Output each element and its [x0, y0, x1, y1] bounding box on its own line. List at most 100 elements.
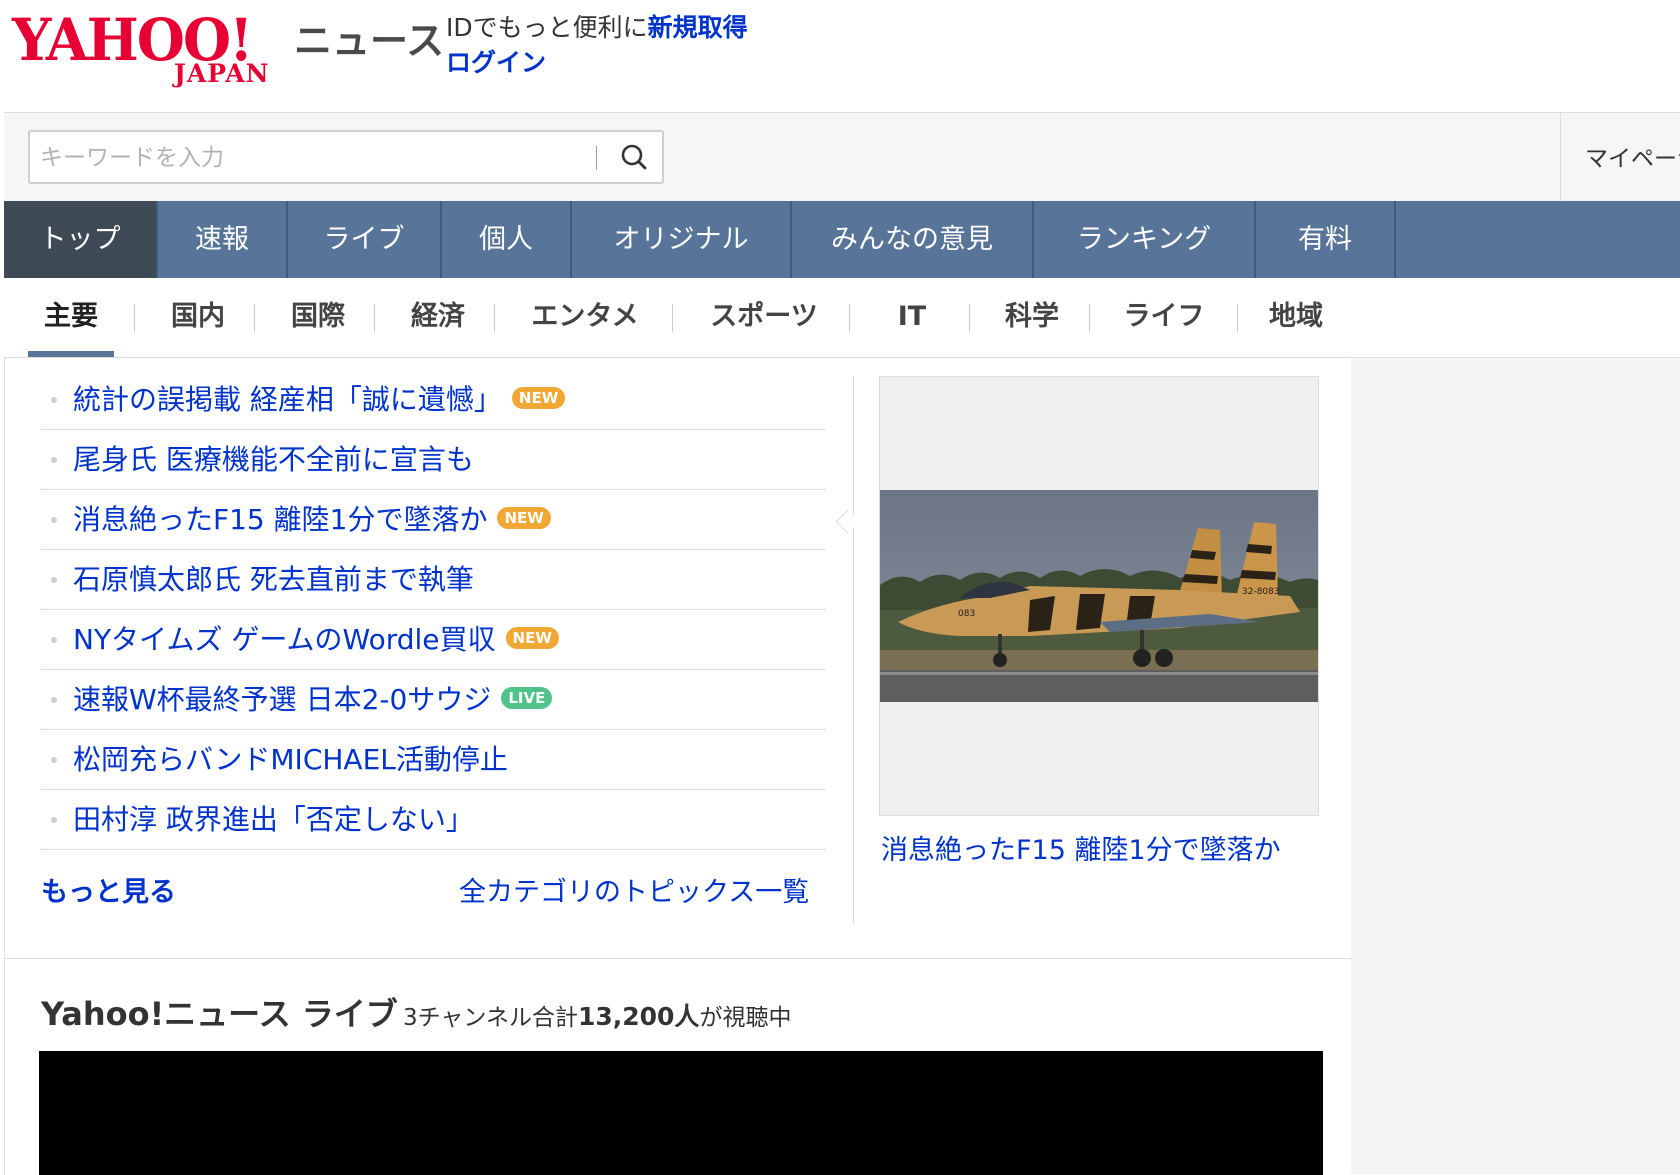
live-badge: LIVE	[501, 687, 553, 709]
mypage-area: マイページ	[1560, 113, 1680, 201]
new-badge: NEW	[497, 507, 551, 529]
category-separator	[374, 304, 375, 332]
topic-item: 統計の誤掲載 経産相「誠に遺憾」 NEW	[41, 370, 825, 430]
topic-title: 松岡充らバンドMICHAEL活動停止	[73, 743, 508, 776]
category-separator	[254, 304, 255, 332]
topic-title: 統計の誤掲載 経産相「誠に遺憾」	[73, 383, 502, 416]
gnav-tab-live[interactable]: ライブ	[288, 201, 442, 278]
topic-title: 田村淳 政界進出「否定しない」	[73, 803, 474, 836]
bullet-icon	[51, 637, 57, 643]
live-section-title[interactable]: Yahoo!ニュース ライブ	[41, 989, 398, 1035]
gnav-tab-ranking[interactable]: ランキング	[1034, 201, 1256, 278]
bullet-icon	[51, 397, 57, 403]
topic-list: 統計の誤掲載 経産相「誠に遺憾」 NEW 尾身氏 医療機能不全前に宣言も 消息絶っ…	[41, 370, 825, 850]
category-separator	[672, 304, 673, 332]
category-separator	[849, 304, 850, 332]
category-tab-domestic[interactable]: 国内	[150, 278, 246, 357]
category-tab-sports[interactable]: スポーツ	[684, 278, 844, 357]
new-badge: NEW	[511, 387, 566, 409]
search-divider	[596, 146, 597, 170]
topic-item: 石原慎太郎氏 死去直前まで執筆	[41, 550, 825, 610]
topic-title: 石原慎太郎氏 死去直前まで執筆	[73, 563, 474, 596]
search-box	[28, 130, 664, 184]
topic-link[interactable]: 統計の誤掲載 経産相「誠に遺憾」 NEW	[73, 380, 566, 420]
yahoo-japan-logo[interactable]: YAHOO! JAPAN	[12, 10, 287, 90]
gnav-tab-opinions[interactable]: みんなの意見	[792, 201, 1034, 278]
topic-link[interactable]: 消息絶ったF15 離陸1分で墜落か NEW	[73, 500, 551, 540]
gnav-tab-original[interactable]: オリジナル	[572, 201, 792, 278]
category-separator	[1089, 304, 1090, 332]
topic-link[interactable]: 松岡充らバンドMICHAEL活動停止	[73, 740, 508, 780]
bullet-icon	[51, 517, 57, 523]
topic-title: NYタイムズ ゲームのWordle買収	[73, 623, 496, 656]
viewers-count: 13,200人	[577, 1002, 700, 1031]
pickup-image-frame[interactable]: 083 32-8083	[879, 376, 1319, 816]
category-tab-entertainment[interactable]: エンタメ	[510, 278, 660, 357]
signup-link[interactable]: 新規取得	[648, 13, 748, 42]
account-box: IDでもっと便利に新規取得 ログイン	[446, 12, 748, 79]
category-separator	[494, 304, 495, 332]
bullet-icon	[51, 817, 57, 823]
topic-item: 田村淳 政界進出「否定しない」	[41, 790, 825, 850]
topics-section: 統計の誤掲載 経産相「誠に遺憾」 NEW 尾身氏 医療機能不全前に宣言も 消息絶っ…	[4, 358, 1351, 958]
category-separator	[134, 304, 135, 332]
search-bar: マイページ	[4, 112, 1680, 201]
mypage-link[interactable]: マイページ	[1585, 139, 1680, 173]
gnav-tab-individual[interactable]: 個人	[442, 201, 572, 278]
live-viewers: 3チャンネル合計13,200人が視聴中	[403, 997, 791, 1033]
category-tab-main[interactable]: 主要	[28, 278, 114, 357]
bullet-icon	[51, 697, 57, 703]
more-link[interactable]: もっと見る	[41, 870, 176, 909]
bullet-icon	[51, 577, 57, 583]
category-tab-local[interactable]: 地域	[1248, 278, 1344, 357]
topic-item: NYタイムズ ゲームのWordle買収 NEW	[41, 610, 825, 670]
viewers-suffix: が視聴中	[699, 1005, 792, 1031]
topic-link[interactable]: 尾身氏 医療機能不全前に宣言も	[73, 440, 474, 480]
topic-item: 速報W杯最終予選 日本2-0サウジ LIVE	[41, 670, 825, 730]
topic-item: 消息絶ったF15 離陸1分で墜落か NEW	[41, 490, 825, 550]
selection-pointer	[835, 509, 860, 534]
live-section: Yahoo!ニュース ライブ 3チャンネル合計13,200人が視聴中	[4, 958, 1351, 1175]
category-tab-economy[interactable]: 経済	[390, 278, 486, 357]
gnav-tab-top[interactable]: トップ	[4, 201, 158, 278]
topic-title: 消息絶ったF15 離陸1分で墜落か	[73, 503, 488, 536]
f15-jet-photo: 083 32-8083	[880, 490, 1318, 702]
topic-title: 速報W杯最終予選 日本2-0サウジ	[73, 683, 492, 716]
bullet-icon	[51, 457, 57, 463]
category-tab-science[interactable]: 科学	[984, 278, 1080, 357]
topic-item: 松岡充らバンドMICHAEL活動停止	[41, 730, 825, 790]
viewers-prefix: 3チャンネル合計	[403, 1005, 578, 1031]
column-divider	[853, 376, 854, 924]
category-tab-it[interactable]: IT	[864, 278, 960, 357]
category-separator	[969, 304, 970, 332]
login-link[interactable]: ログイン	[446, 47, 748, 79]
category-tab-world[interactable]: 国際	[270, 278, 366, 357]
topic-item: 尾身氏 医療機能不全前に宣言も	[41, 430, 825, 490]
topic-link[interactable]: NYタイムズ ゲームのWordle買収 NEW	[73, 620, 559, 660]
site-header: YAHOO! JAPAN ニュース IDでもっと便利に新規取得 ログイン	[0, 0, 1680, 112]
new-badge: NEW	[505, 627, 559, 649]
category-separator	[1237, 304, 1238, 332]
all-topics-link[interactable]: 全カテゴリのトピックス一覧	[459, 870, 809, 909]
topic-title: 尾身氏 医療機能不全前に宣言も	[73, 443, 474, 476]
service-name[interactable]: ニュース	[294, 16, 444, 66]
category-tab-life[interactable]: ライフ	[1104, 278, 1224, 357]
aircraft-nose-number: 083	[958, 609, 975, 619]
global-nav: トップ 速報 ライブ 個人 オリジナル みんなの意見 ランキング 有料	[4, 201, 1680, 278]
category-nav: 主要 国内 国際 経済 エンタメ スポーツ IT 科学 ライフ 地域	[4, 278, 1680, 358]
search-button[interactable]	[608, 134, 660, 180]
gnav-tab-flash[interactable]: 速報	[158, 201, 288, 278]
topic-link[interactable]: 石原慎太郎氏 死去直前まで執筆	[73, 560, 474, 600]
bullet-icon	[51, 757, 57, 763]
topic-link[interactable]: 田村淳 政界進出「否定しない」	[73, 800, 474, 840]
logo-japan-text: JAPAN	[174, 59, 270, 88]
gnav-tab-paid[interactable]: 有料	[1256, 201, 1396, 278]
topic-link[interactable]: 速報W杯最終予選 日本2-0サウジ LIVE	[73, 680, 553, 720]
search-icon	[621, 144, 647, 170]
aircraft-tail-number: 32-8083	[1242, 587, 1280, 597]
live-video-player[interactable]	[39, 1051, 1323, 1175]
right-sidebar	[1350, 358, 1680, 1174]
search-input[interactable]	[38, 138, 612, 178]
account-promo-text: IDでもっと便利に	[446, 13, 648, 42]
pickup-caption-link[interactable]: 消息絶ったF15 離陸1分で墜落か	[881, 828, 1281, 867]
